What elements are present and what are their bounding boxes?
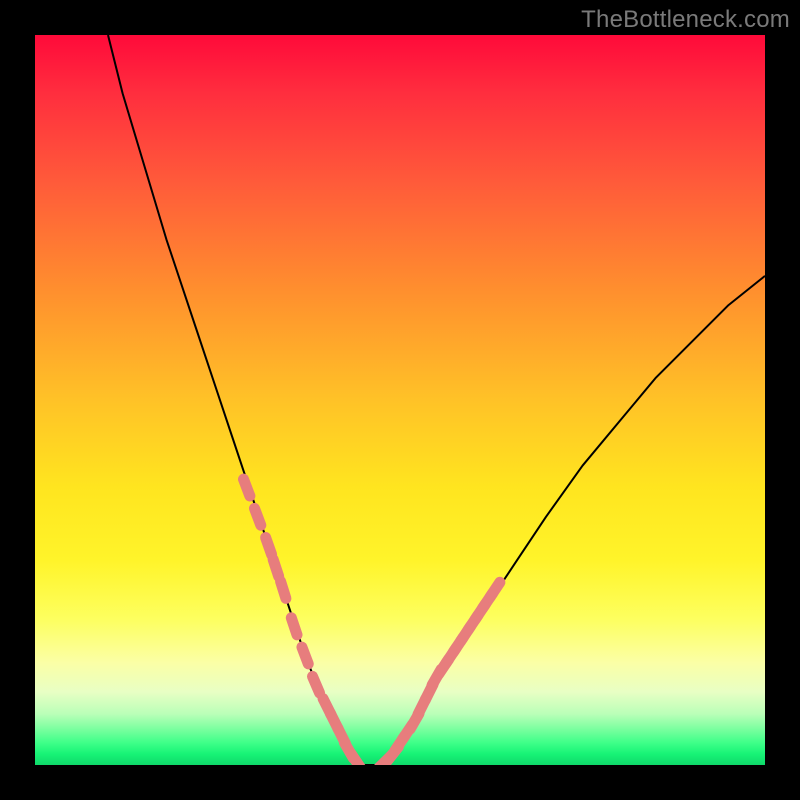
watermark-text: TheBottleneck.com — [581, 6, 790, 34]
curve-marker — [273, 559, 279, 576]
plot-area — [35, 35, 765, 765]
chart-stage: TheBottleneck.com — [0, 0, 800, 800]
curve-marker — [313, 676, 320, 693]
curve-marker — [266, 538, 272, 555]
curve-marker — [244, 479, 250, 496]
curve-marker — [351, 754, 361, 765]
marker-cluster — [244, 479, 500, 765]
curve-marker — [281, 581, 286, 598]
curve-marker — [302, 647, 308, 664]
curve-svg — [35, 35, 765, 765]
curve-marker — [255, 508, 261, 525]
bottleneck-curve-path — [108, 35, 765, 765]
bottleneck-curve — [108, 35, 765, 765]
curve-marker — [490, 582, 500, 597]
curve-marker — [291, 618, 297, 635]
